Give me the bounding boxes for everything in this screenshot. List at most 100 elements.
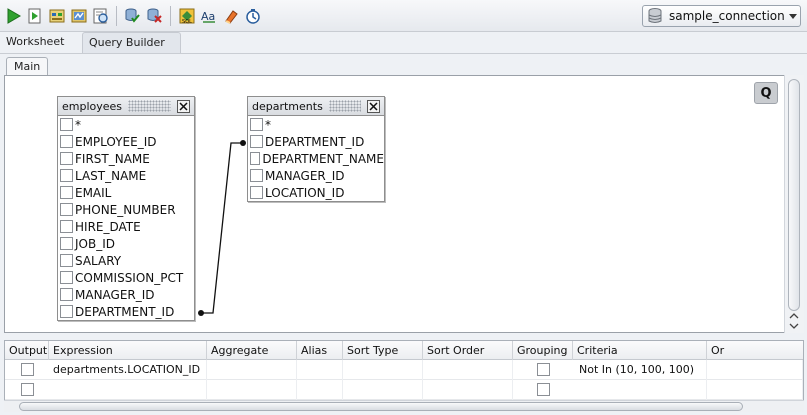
column-name: DEPARTMENT_NAME xyxy=(262,151,384,166)
criteria-cell[interactable] xyxy=(575,380,707,400)
or-cell[interactable] xyxy=(707,380,803,400)
drag-handle[interactable] xyxy=(328,100,361,112)
connection-select[interactable]: sample_connection xyxy=(642,5,801,27)
commit-icon[interactable] xyxy=(122,6,142,26)
column-row[interactable]: EMAIL xyxy=(58,184,194,201)
view-sql-button[interactable]: Q xyxy=(754,82,778,104)
or-cell[interactable] xyxy=(707,360,803,380)
column-checkbox[interactable] xyxy=(60,152,73,165)
entity-header[interactable]: departments xyxy=(248,97,384,116)
column-checkbox[interactable] xyxy=(250,118,263,131)
sort-type-cell[interactable] xyxy=(343,380,423,400)
header-sort-order[interactable]: Sort Order xyxy=(423,341,513,360)
entity-departments[interactable]: departments * DEPARTMENT_ID DEPARTMENT_NAM… xyxy=(247,96,385,202)
output-checkbox[interactable] xyxy=(21,363,34,376)
column-row[interactable]: LAST_NAME xyxy=(58,167,194,184)
chevron-up-icon[interactable] xyxy=(789,312,799,320)
header-grouping[interactable]: Grouping xyxy=(513,341,573,360)
criteria-cell[interactable]: Not In (10, 100, 100) xyxy=(575,360,707,380)
scrollbar-thumb[interactable] xyxy=(788,79,800,311)
column-checkbox[interactable] xyxy=(60,169,73,182)
header-alias[interactable]: Alias xyxy=(297,341,343,360)
alias-cell[interactable] xyxy=(297,380,343,400)
expression-cell[interactable] xyxy=(49,380,207,400)
column-checkbox[interactable] xyxy=(60,237,73,250)
column-checkbox[interactable] xyxy=(60,203,73,216)
expression-cell[interactable]: departments.LOCATION_ID xyxy=(49,360,207,380)
column-row[interactable]: JOB_ID xyxy=(58,235,194,252)
column-row[interactable]: MANAGER_ID xyxy=(248,167,384,184)
drag-handle[interactable] xyxy=(128,100,171,112)
column-checkbox[interactable] xyxy=(60,220,73,233)
query-builder-subtabs: Main xyxy=(0,53,807,76)
column-checkbox[interactable] xyxy=(250,135,263,148)
scrollbar-thumb[interactable] xyxy=(19,402,743,411)
sort-type-cell[interactable] xyxy=(343,360,423,380)
column-row[interactable]: * xyxy=(58,116,194,133)
column-row[interactable]: DEPARTMENT_ID xyxy=(58,303,194,320)
column-row[interactable]: MANAGER_ID xyxy=(58,286,194,303)
column-checkbox[interactable] xyxy=(60,135,73,148)
run-statement-icon[interactable] xyxy=(4,6,24,26)
rollback-icon[interactable] xyxy=(144,6,164,26)
column-row[interactable]: DEPARTMENT_ID xyxy=(248,133,384,150)
column-row[interactable]: PHONE_NUMBER xyxy=(58,201,194,218)
column-row[interactable]: DEPARTMENT_NAME xyxy=(248,150,384,167)
aggregate-cell[interactable] xyxy=(207,360,297,380)
autotrace-icon[interactable] xyxy=(69,6,89,26)
column-row[interactable]: HIRE_DATE xyxy=(58,218,194,235)
table-row xyxy=(5,380,803,400)
column-checkbox[interactable] xyxy=(60,305,73,318)
close-icon[interactable] xyxy=(177,99,190,113)
column-row[interactable]: FIRST_NAME xyxy=(58,150,194,167)
explain-plan-icon[interactable] xyxy=(47,6,67,26)
column-row[interactable]: LOCATION_ID xyxy=(248,184,384,201)
column-name: DEPARTMENT_ID xyxy=(75,304,175,319)
grid-horizontal-scrollbar[interactable] xyxy=(4,400,804,412)
alias-cell[interactable] xyxy=(297,360,343,380)
grouping-checkbox[interactable] xyxy=(537,383,550,396)
column-checkbox[interactable] xyxy=(60,271,73,284)
header-expression[interactable]: Expression xyxy=(49,341,207,360)
tab-query-builder[interactable]: Query Builder xyxy=(82,32,181,53)
chevron-down-icon[interactable] xyxy=(789,322,799,330)
column-checkbox[interactable] xyxy=(250,152,261,165)
header-sort-type[interactable]: Sort Type xyxy=(343,341,423,360)
unshared-sql-icon[interactable]: SQL xyxy=(177,6,197,26)
column-checkbox[interactable] xyxy=(60,254,73,267)
canvas-vertical-scrollbar[interactable] xyxy=(784,75,804,333)
to-uppercase-icon[interactable]: Aa xyxy=(199,6,219,26)
sql-tuning-advisor-icon[interactable] xyxy=(91,6,111,26)
column-row[interactable]: * xyxy=(248,116,384,133)
column-row[interactable]: COMMISSION_PCT xyxy=(58,269,194,286)
header-aggregate[interactable]: Aggregate xyxy=(207,341,297,360)
entity-employees[interactable]: employees * EMPLOYEE_ID FIRST_NAME LAST_NAM… xyxy=(57,96,195,321)
sort-order-cell[interactable] xyxy=(423,380,513,400)
column-checkbox[interactable] xyxy=(60,186,73,199)
column-name: JOB_ID xyxy=(75,236,115,251)
column-row[interactable]: SALARY xyxy=(58,252,194,269)
column-checkbox[interactable] xyxy=(60,288,73,301)
grouping-checkbox[interactable] xyxy=(537,363,550,376)
header-output[interactable]: Output xyxy=(5,341,49,360)
column-checkbox[interactable] xyxy=(250,186,263,199)
sort-order-cell[interactable] xyxy=(423,360,513,380)
header-or[interactable]: Or xyxy=(707,341,803,360)
column-checkbox[interactable] xyxy=(60,118,73,131)
close-icon[interactable] xyxy=(367,99,380,113)
column-list: * EMPLOYEE_ID FIRST_NAME LAST_NAME EMAIL PHON… xyxy=(58,116,194,320)
output-checkbox[interactable] xyxy=(21,383,34,396)
toolbar-separator xyxy=(170,6,171,26)
tab-main[interactable]: Main xyxy=(6,57,49,76)
entity-header[interactable]: employees xyxy=(58,97,194,116)
clear-icon[interactable] xyxy=(221,6,241,26)
aggregate-cell[interactable] xyxy=(207,380,297,400)
sql-history-icon[interactable] xyxy=(243,6,263,26)
column-checkbox[interactable] xyxy=(250,169,263,182)
column-name: EMPLOYEE_ID xyxy=(75,134,157,149)
header-criteria[interactable]: Criteria xyxy=(573,341,707,360)
run-script-icon[interactable] xyxy=(25,6,45,26)
tab-worksheet[interactable]: Worksheet xyxy=(0,32,70,53)
column-row[interactable]: EMPLOYEE_ID xyxy=(58,133,194,150)
column-name: FIRST_NAME xyxy=(75,151,150,166)
